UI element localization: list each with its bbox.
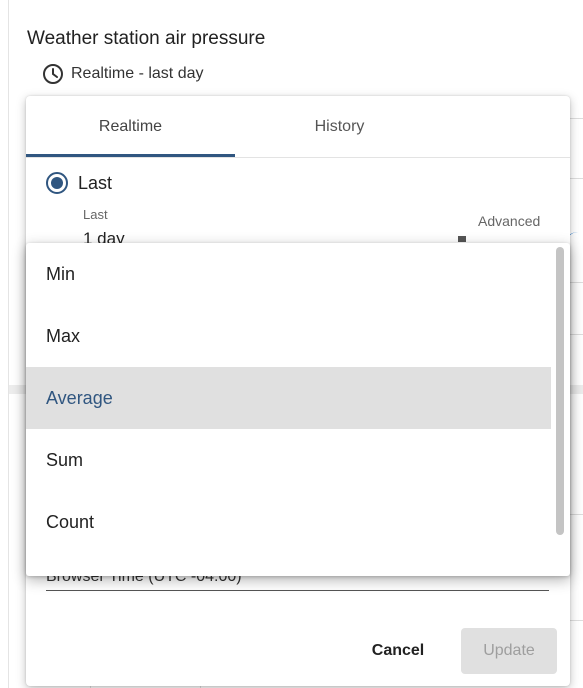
menu-item-sum[interactable]: Sum (26, 429, 551, 491)
widget-timewindow[interactable]: Realtime - last day (42, 63, 204, 85)
widget-timewindow-label: Realtime - last day (71, 65, 204, 82)
radio-last-row[interactable]: Last (46, 172, 112, 194)
radio-last[interactable] (46, 172, 68, 194)
menu-item-count[interactable]: Count (26, 491, 551, 553)
radio-last-label: Last (78, 172, 113, 193)
timezone-select-underline (46, 590, 549, 591)
update-button[interactable]: Update (461, 628, 557, 674)
menu-item-min[interactable]: Min (26, 243, 551, 305)
menu-scrollbar[interactable] (556, 247, 564, 535)
app-root: Weather station air pressure Realtime - … (0, 0, 583, 688)
advanced-toggle[interactable]: Advanced (478, 213, 540, 229)
clock-icon (42, 63, 64, 85)
chart-gridline (570, 514, 583, 515)
last-field-label: Last (83, 207, 108, 222)
dropdown-caret-icon (458, 236, 466, 242)
tab-history[interactable]: History (235, 96, 444, 158)
menu-item-max[interactable]: Max (26, 305, 551, 367)
cancel-button[interactable]: Cancel (356, 628, 440, 674)
tab-bar: Realtime History (26, 96, 570, 158)
tab-realtime[interactable]: Realtime (26, 96, 235, 158)
widget-title: Weather station air pressure (27, 28, 266, 49)
chart-gridline (570, 620, 583, 621)
chart-gridline (570, 282, 583, 283)
chart-gridline (570, 118, 583, 119)
tab-active-indicator (26, 154, 235, 157)
menu-item-average[interactable]: Average (26, 367, 551, 429)
aggregation-dropdown-menu: Min Max Average Sum Count (26, 243, 570, 576)
widget-left-border (8, 0, 9, 688)
chart-gridline (570, 334, 583, 335)
chart-gridline (570, 178, 583, 179)
